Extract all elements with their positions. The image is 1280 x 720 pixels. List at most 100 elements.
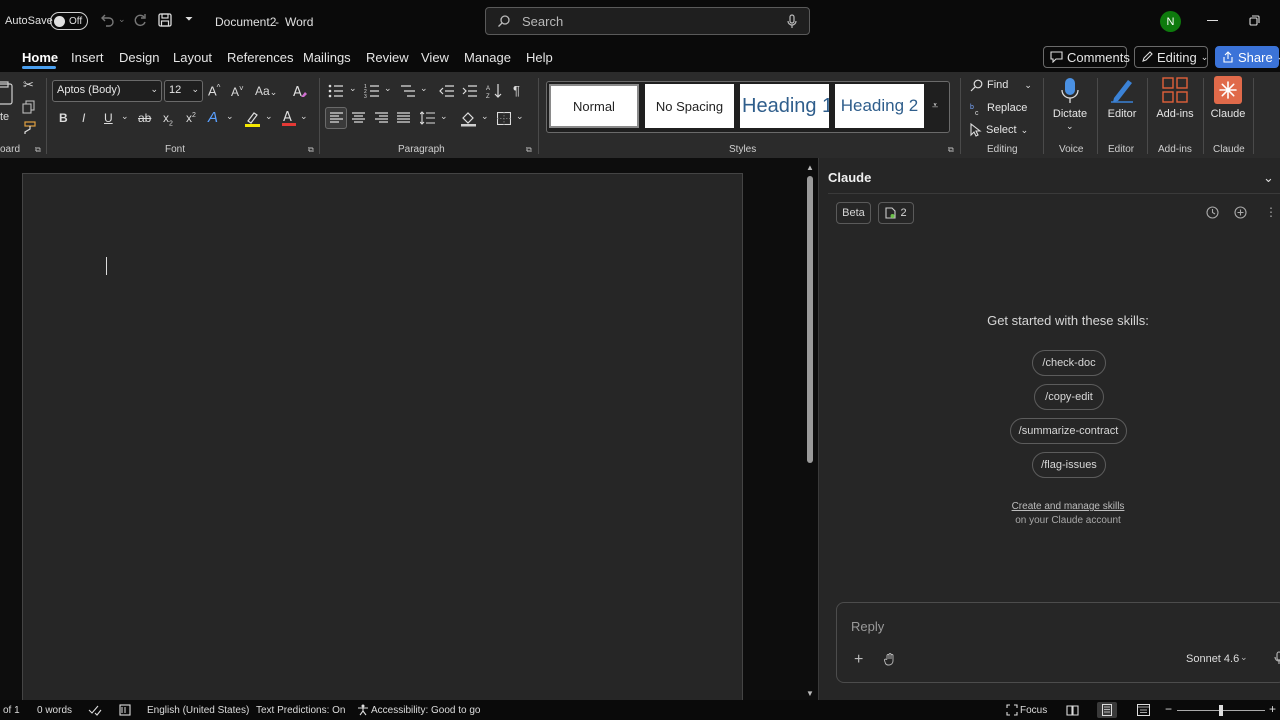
increase-indent-icon[interactable] [462, 84, 478, 98]
tab-manage[interactable]: Manage [464, 50, 511, 65]
paste-label[interactable]: te [0, 111, 9, 123]
show-formatting-marks-icon[interactable]: ¶ [513, 84, 520, 97]
highlight-icon[interactable] [244, 110, 262, 128]
tab-mailings[interactable]: Mailings [303, 50, 351, 65]
model-selector[interactable]: Sonnet 4.6 [1186, 653, 1239, 665]
cut-icon[interactable]: ✂ [23, 78, 34, 91]
more-options-icon[interactable]: ⋮ [1265, 205, 1277, 219]
page-count[interactable]: of 1 [3, 705, 20, 716]
chevron-down-icon[interactable]: ⌄ [1066, 121, 1074, 132]
proofing-icon[interactable] [88, 704, 102, 716]
chevron-down-icon[interactable]: ⌄ [516, 112, 524, 121]
dialog-launcher-icon[interactable]: ⧉ [948, 145, 954, 155]
collapse-pane-icon[interactable]: ⌄ [1263, 170, 1274, 186]
save-icon[interactable] [157, 12, 173, 28]
justify-icon[interactable] [397, 112, 410, 124]
align-left-button[interactable] [325, 107, 347, 129]
claude-icon[interactable] [1214, 76, 1242, 104]
bullets-icon[interactable] [328, 84, 344, 98]
add-attachment-icon[interactable]: + [854, 651, 863, 669]
focus-icon[interactable] [1006, 704, 1018, 716]
chevron-down-icon[interactable]: ⌄ [440, 112, 448, 121]
focus-mode-button[interactable]: Focus [1020, 705, 1047, 716]
manage-skills-link[interactable]: Create and manage skills [828, 501, 1280, 512]
scroll-up-icon[interactable]: ▲ [806, 163, 814, 172]
font-name-select[interactable]: Aptos (Body) ⌄ [52, 80, 162, 102]
chevron-down-icon[interactable]: ⌄ [384, 84, 392, 93]
shrink-font-icon[interactable]: A˅ [231, 85, 244, 99]
style-heading-2[interactable]: Heading 2 [835, 84, 924, 128]
line-spacing-icon[interactable] [420, 111, 436, 125]
tab-view[interactable]: View [421, 50, 449, 65]
chevron-down-icon[interactable]: ⌄ [349, 84, 357, 93]
dialog-launcher-icon[interactable]: ⧉ [308, 145, 314, 155]
chevron-down-icon[interactable]: ⌄ [226, 112, 234, 121]
macro-icon[interactable] [119, 704, 131, 716]
print-layout-button[interactable] [1097, 702, 1117, 718]
redo-icon[interactable] [132, 12, 148, 28]
tab-layout[interactable]: Layout [173, 50, 212, 65]
add-ins-icon[interactable] [1162, 77, 1188, 103]
tab-help[interactable]: Help [526, 50, 553, 65]
scrollbar-thumb[interactable] [807, 176, 813, 463]
tab-design[interactable]: Design [119, 50, 159, 65]
superscript-icon[interactable]: x2 [186, 112, 196, 124]
zoom-slider-thumb[interactable] [1219, 705, 1223, 716]
chevron-down-icon[interactable]: ⌄ [420, 84, 428, 93]
hand-icon[interactable] [884, 653, 896, 666]
chevron-down-icon[interactable]: ⌄ [1240, 652, 1248, 663]
scroll-down-icon[interactable]: ▼ [806, 689, 814, 698]
document-context-button[interactable]: 2 [878, 202, 914, 224]
customize-qat-icon[interactable]: ⏷ [185, 14, 193, 25]
zoom-in-icon[interactable]: + [1269, 702, 1276, 716]
font-size-select[interactable]: 12 ⌄ [164, 80, 203, 102]
undo-dropdown-icon[interactable]: ⌄ [118, 14, 126, 25]
undo-icon[interactable] [99, 12, 115, 28]
grow-font-icon[interactable]: A^ [208, 84, 220, 98]
accessibility-icon[interactable] [357, 704, 369, 716]
italic-icon[interactable]: I [82, 112, 85, 124]
clear-formatting-icon[interactable]: A [292, 83, 308, 99]
font-color-icon[interactable]: A [281, 109, 297, 127]
tab-home[interactable]: Home [22, 50, 58, 65]
search-box[interactable]: Search [485, 7, 810, 35]
chevron-down-icon[interactable]: ⌄ [265, 112, 273, 121]
styles-more-icon[interactable]: ⩡ [932, 100, 938, 113]
document-page[interactable] [22, 173, 743, 700]
underline-icon[interactable]: U [104, 112, 113, 124]
format-painter-icon[interactable] [21, 121, 36, 135]
autosave-toggle[interactable]: Off [50, 12, 88, 30]
tab-insert[interactable]: Insert [71, 50, 104, 65]
paste-icon[interactable] [0, 80, 14, 106]
editor-label[interactable]: Editor [1102, 108, 1142, 120]
chevron-down-icon[interactable]: ⌄ [300, 112, 308, 121]
multilevel-list-icon[interactable] [400, 84, 416, 98]
dictate-label[interactable]: Dictate [1050, 108, 1090, 120]
reply-placeholder[interactable]: Reply [851, 619, 884, 634]
zoom-out-icon[interactable]: − [1165, 702, 1172, 716]
dictate-icon[interactable] [1060, 77, 1080, 105]
text-predictions-status[interactable]: Text Predictions: On [256, 705, 345, 716]
editing-mode-button[interactable]: Editing ⌄ [1134, 46, 1208, 68]
add-ins-label[interactable]: Add-ins [1152, 108, 1198, 120]
copy-icon[interactable] [22, 100, 35, 114]
restore-icon[interactable] [1249, 15, 1260, 26]
chevron-down-icon[interactable]: ⌄ [481, 112, 489, 121]
microphone-icon[interactable] [786, 14, 798, 29]
style-heading-1[interactable]: Heading 1 [740, 84, 829, 128]
strikethrough-icon[interactable]: ab [138, 112, 151, 124]
bold-icon[interactable]: B [59, 112, 68, 124]
reply-box[interactable]: Reply + Sonnet 4.6 ⌄ [836, 602, 1280, 683]
chevron-down-icon[interactable]: ⌄ [121, 112, 129, 121]
accessibility-status[interactable]: Accessibility: Good to go [371, 705, 481, 716]
change-case-icon[interactable]: Aa⌄ [255, 85, 277, 97]
align-center-icon[interactable] [352, 112, 365, 124]
microphone-icon[interactable] [1274, 651, 1280, 665]
numbering-icon[interactable]: 123 [364, 84, 380, 98]
sort-icon[interactable]: AZ [486, 83, 502, 99]
dialog-launcher-icon[interactable]: ⧉ [35, 145, 41, 155]
replace-button[interactable]: bc Replace [970, 100, 1027, 116]
web-layout-icon[interactable] [1137, 704, 1150, 716]
style-normal[interactable]: Normal [549, 84, 639, 128]
text-effects-icon[interactable]: A [208, 110, 218, 125]
